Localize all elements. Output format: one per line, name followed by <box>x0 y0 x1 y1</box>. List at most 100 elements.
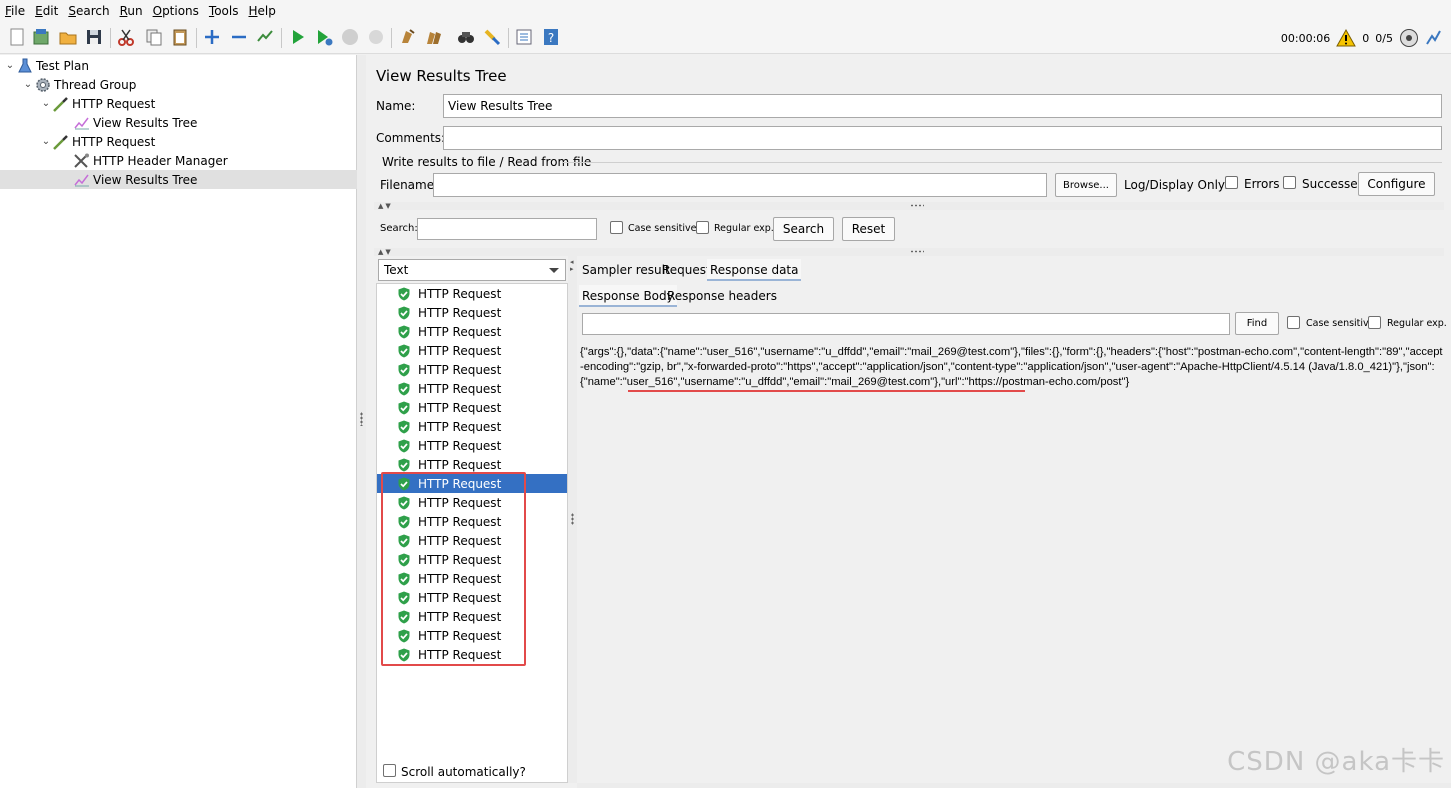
case-sensitive-checkbox[interactable] <box>610 221 623 234</box>
tree-node-http-header-manager[interactable]: HTTP Header Manager <box>61 151 228 170</box>
chevron-down-icon[interactable]: ⌄ <box>22 79 34 90</box>
split-handle-bottom[interactable]: ▲▼ <box>374 248 1444 256</box>
tree-node-thread-group[interactable]: ⌄ Thread Group <box>22 75 137 94</box>
find-case-sensitive-label: Case sensitive <box>1306 318 1375 329</box>
subtab-response-body[interactable]: Response Body <box>579 285 677 307</box>
find-case-sensitive-checkbox[interactable] <box>1287 316 1300 329</box>
comments-field[interactable] <box>443 126 1442 150</box>
result-item[interactable]: HTTP Request <box>377 303 567 322</box>
result-item[interactable]: HTTP Request <box>377 398 567 417</box>
tab-response-data[interactable]: Response data <box>707 259 802 281</box>
panel-title: View Results Tree <box>376 67 507 85</box>
success-shield-icon <box>398 306 410 319</box>
success-shield-icon <box>398 287 410 300</box>
active-threads: 0/5 <box>1375 31 1393 45</box>
log-viewer-icon[interactable] <box>1425 29 1443 47</box>
find-button[interactable]: Find <box>1235 312 1279 335</box>
svg-text:?: ? <box>548 31 554 45</box>
toggle-icon[interactable] <box>254 26 276 48</box>
errors-label: Errors <box>1244 177 1280 191</box>
new-icon[interactable] <box>6 26 28 48</box>
result-item[interactable]: HTTP Request <box>377 360 567 379</box>
success-shield-icon <box>398 363 410 376</box>
copy-icon[interactable] <box>143 26 165 48</box>
regular-exp-checkbox[interactable] <box>696 221 709 234</box>
result-item[interactable]: HTTP Request <box>377 341 567 360</box>
search-input[interactable] <box>417 218 597 240</box>
tree-node-test-plan[interactable]: ⌄ Test Plan <box>4 56 89 75</box>
tree-node-view-results-tree[interactable]: View Results Tree <box>0 170 357 189</box>
start-no-pauses-icon[interactable] <box>313 26 335 48</box>
menu-edit[interactable]: Edit <box>30 0 63 22</box>
warning-icon[interactable] <box>1336 29 1357 47</box>
find-regular-exp-label: Regular exp. <box>1387 318 1447 329</box>
filename-field[interactable] <box>433 173 1047 197</box>
success-shield-icon <box>398 458 410 471</box>
find-input[interactable] <box>582 313 1230 335</box>
shutdown-icon[interactable] <box>365 26 387 48</box>
warning-count: 0 <box>1362 31 1370 45</box>
menu-search[interactable]: Search <box>63 0 114 22</box>
chevron-down-icon[interactable]: ⌄ <box>40 98 52 109</box>
help-icon[interactable]: ? <box>540 26 562 48</box>
open-icon[interactable] <box>57 26 79 48</box>
clear-all-icon[interactable] <box>423 26 445 48</box>
tree-node-label: HTTP Request <box>72 134 156 149</box>
menu-options[interactable]: Options <box>148 0 204 22</box>
collapse-icon[interactable] <box>228 26 250 48</box>
tab-request[interactable]: Request <box>659 259 714 281</box>
tree-node-http-request[interactable]: ⌄ HTTP Request <box>40 94 155 113</box>
search-button[interactable]: Search <box>773 217 834 241</box>
result-item-label: HTTP Request <box>418 457 502 472</box>
clear-icon[interactable] <box>397 26 419 48</box>
split-handle-top[interactable]: ▲▼ <box>374 202 1444 210</box>
configure-button[interactable]: Configure <box>1358 172 1435 196</box>
paste-icon[interactable] <box>169 26 191 48</box>
reset-button[interactable]: Reset <box>842 217 895 241</box>
comments-label: Comments: <box>376 131 446 145</box>
result-item[interactable]: HTTP Request <box>377 322 567 341</box>
expand-icon[interactable] <box>201 26 223 48</box>
cut-icon[interactable] <box>115 26 137 48</box>
collapse-arrows[interactable]: ◂ ▸ <box>570 259 574 273</box>
response-body[interactable]: {"args":{},"data":{"name":"user_516","us… <box>580 345 1443 390</box>
reset-search-icon[interactable] <box>481 26 503 48</box>
result-item[interactable]: HTTP Request <box>377 417 567 436</box>
case-sensitive-label: Case sensitive <box>628 223 697 234</box>
pipette-icon <box>52 134 70 150</box>
stop-icon[interactable] <box>339 26 361 48</box>
chevron-down-icon[interactable]: ⌄ <box>4 60 16 71</box>
result-item[interactable]: HTTP Request <box>377 379 567 398</box>
results-splitter-grip[interactable] <box>571 513 574 525</box>
scroll-automatically-checkbox[interactable] <box>383 764 396 777</box>
menu-file[interactable]: File <box>0 0 30 22</box>
tree-node-view-results-tree[interactable]: View Results Tree <box>61 113 197 132</box>
menu-help[interactable]: Help <box>244 0 281 22</box>
find-regular-exp-checkbox[interactable] <box>1368 316 1381 329</box>
menu-run[interactable]: Run <box>115 0 148 22</box>
tree-node-label: HTTP Request <box>72 96 156 111</box>
renderer-select[interactable]: Text <box>378 259 566 281</box>
result-item[interactable]: HTTP Request <box>377 436 567 455</box>
templates-icon[interactable] <box>30 26 52 48</box>
search-icon[interactable] <box>455 26 477 48</box>
splitter-grip[interactable] <box>360 412 363 426</box>
save-icon[interactable] <box>83 26 105 48</box>
highlight-box <box>381 472 526 666</box>
result-item[interactable]: HTTP Request <box>377 284 567 303</box>
start-icon[interactable] <box>287 26 309 48</box>
remote-status-icon <box>1400 29 1418 47</box>
result-item-label: HTTP Request <box>418 286 502 301</box>
highlight-underline <box>628 390 1025 392</box>
browse-button[interactable]: Browse... <box>1055 173 1117 197</box>
menu-bar: File Edit Search Run Options Tools Help <box>0 0 1451 22</box>
menu-tools[interactable]: Tools <box>204 0 244 22</box>
chevron-down-icon[interactable]: ⌄ <box>40 136 52 147</box>
tree-node-http-request[interactable]: ⌄ HTTP Request <box>40 132 155 151</box>
errors-checkbox[interactable] <box>1225 176 1238 189</box>
test-plan-tree: ⌄ Test Plan ⌄ Thread Group ⌄ HTTP Request View… <box>0 55 357 788</box>
function-helper-icon[interactable] <box>513 26 535 48</box>
subtab-response-headers[interactable]: Response headers <box>664 285 780 307</box>
name-field[interactable]: View Results Tree <box>443 94 1442 118</box>
successes-checkbox[interactable] <box>1283 176 1296 189</box>
